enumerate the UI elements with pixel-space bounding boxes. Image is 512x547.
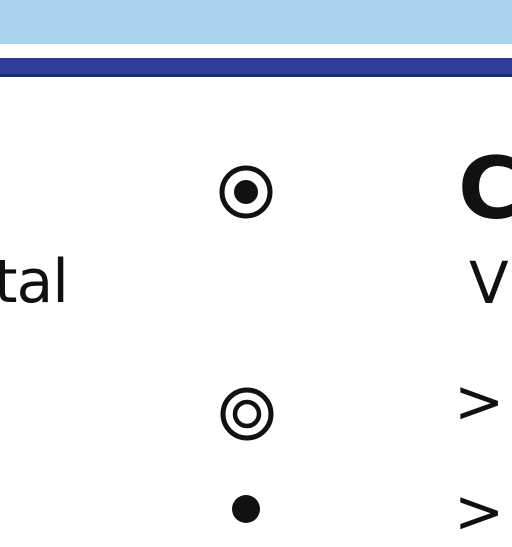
solid-dot-icon [232,495,260,523]
double-ring-icon [220,387,274,441]
navy-divider-rule [0,58,512,77]
cell-value-row3: > [454,477,505,547]
row-label: tal [0,247,69,317]
light-blue-header-band [0,0,512,44]
filled-circle-in-ring-icon [219,165,273,219]
cell-value-row1: V [469,249,509,317]
column-header-letter: C [458,139,512,239]
cell-value-row2: > [454,367,505,437]
